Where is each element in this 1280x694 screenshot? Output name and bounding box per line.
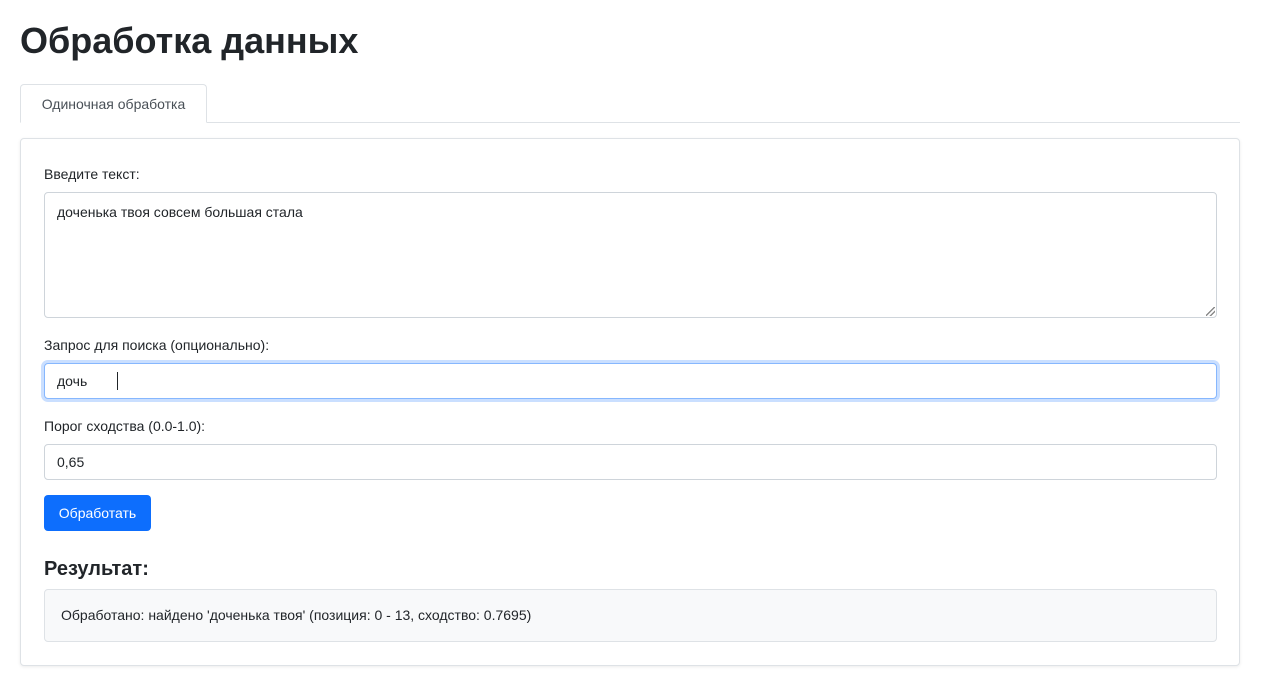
threshold-label: Порог сходства (0.0-1.0):	[44, 418, 206, 434]
threshold-input[interactable]	[44, 444, 1217, 480]
query-label: Запрос для поиска (опционально):	[44, 337, 270, 353]
result-title: Результат:	[44, 558, 149, 580]
tab-bar: Одиночная обработка	[20, 84, 1240, 123]
query-input[interactable]	[44, 363, 1217, 399]
text-input[interactable]: доченька твоя совсем большая стала	[44, 192, 1217, 318]
processing-card: Введите текст: доченька твоя совсем боль…	[20, 138, 1240, 666]
result-text: Обработано: найдено 'доченька твоя' (поз…	[61, 607, 532, 623]
process-button[interactable]: Обработать	[44, 495, 151, 531]
tab-single-processing[interactable]: Одиночная обработка	[20, 84, 207, 123]
result-box: Обработано: найдено 'доченька твоя' (поз…	[44, 589, 1217, 642]
text-cursor	[117, 372, 118, 390]
text-label: Введите текст:	[44, 166, 140, 182]
page-title: Обработка данных	[20, 20, 359, 61]
page: Обработка данных Одиночная обработка Вве…	[0, 0, 1280, 694]
